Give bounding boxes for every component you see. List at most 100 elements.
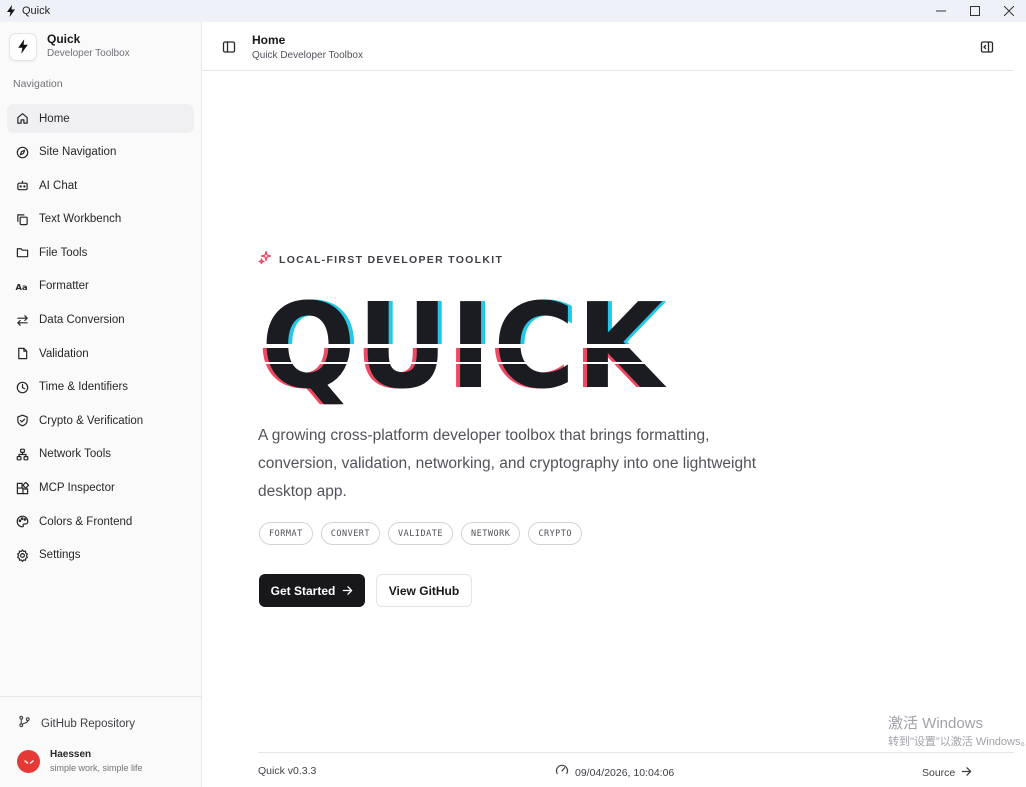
- hero-description: A growing cross-platform developer toolb…: [258, 427, 757, 500]
- svg-text:Aa: Aa: [16, 282, 28, 292]
- sparkles-icon: [258, 250, 272, 269]
- nav-heading: Navigation: [13, 78, 63, 90]
- panel-left-icon: [222, 41, 236, 53]
- sidebar-item-label: File Tools: [39, 246, 88, 259]
- sidebar-item-ai-chat[interactable]: AI Chat: [7, 171, 194, 200]
- sidebar-item-file-tools[interactable]: File Tools: [7, 238, 194, 267]
- sidebar-item-validation[interactable]: Validation: [7, 339, 194, 368]
- sidebar-toggle-button[interactable]: [221, 39, 237, 55]
- version-label: Quick v0.3.3: [258, 765, 317, 777]
- lightning-icon: [18, 39, 28, 54]
- sidebar-item-network-tools[interactable]: Network Tools: [7, 440, 194, 469]
- gear-icon: [15, 548, 29, 562]
- avatar: [17, 750, 40, 773]
- minimize-icon: [936, 10, 946, 12]
- sidebar-item-mcp-inspector[interactable]: MCP Inspector: [7, 474, 194, 503]
- watermark-subtitle: 转到"设置"以激活 Windows。: [888, 736, 1026, 748]
- panel-right-icon: [980, 41, 994, 53]
- quick-logo: QUICK QUICK QUICK: [257, 277, 677, 415]
- logo-text: QUICK: [261, 296, 667, 406]
- get-started-label: Get Started: [270, 583, 336, 598]
- github-repository-label: GitHub Repository: [41, 718, 135, 730]
- brand[interactable]: Quick Developer Toolbox: [9, 32, 130, 61]
- file-check-icon: [15, 347, 29, 361]
- tag-convert: CONVERT: [320, 522, 381, 545]
- hero-eyebrow: LOCAL-FIRST DEVELOPER TOOLKIT: [258, 250, 503, 269]
- sidebar-item-label: Data Conversion: [39, 314, 125, 327]
- tag-network: NETWORK: [461, 522, 521, 545]
- sidebar-item-formatter[interactable]: Aa Formatter: [7, 272, 194, 301]
- github-repository-link[interactable]: GitHub Repository: [18, 715, 135, 733]
- sidebar-item-crypto-verification[interactable]: Crypto & Verification: [7, 406, 194, 435]
- close-icon: [1004, 6, 1014, 16]
- page-subtitle: Quick Developer Toolbox: [252, 50, 363, 61]
- watermark-title: 激活 Windows: [888, 715, 984, 732]
- page-title: Home: [252, 33, 286, 47]
- sidebar-item-label: Formatter: [39, 280, 89, 293]
- git-branch-icon: [18, 715, 31, 733]
- sidebar-item-label: Site Navigation: [39, 146, 117, 159]
- sidebar-item-label: AI Chat: [39, 179, 78, 192]
- view-github-button[interactable]: View GitHub: [376, 574, 472, 607]
- datetime-display: 09/04/2026, 10:04:06: [555, 763, 674, 782]
- blocks-icon: [15, 481, 29, 495]
- sidebar-item-text-workbench[interactable]: Text Workbench: [7, 205, 194, 234]
- type-icon: Aa: [15, 279, 29, 293]
- window-title-bar: Quick: [0, 0, 1026, 22]
- sidebar-item-label: Time & Identifiers: [39, 381, 129, 394]
- sidebar-item-label: Network Tools: [39, 448, 112, 461]
- sidebar-item-colors-frontend[interactable]: Colors & Frontend: [7, 507, 194, 536]
- shield-icon: [15, 414, 29, 428]
- sidebar-item-label: Text Workbench: [39, 213, 122, 226]
- user-profile[interactable]: Haessen simple work, simple life: [17, 749, 143, 774]
- user-name: Haessen: [50, 749, 92, 760]
- sidebar-item-label: Home: [39, 112, 70, 125]
- arrow-right-icon: [342, 585, 353, 596]
- right-panel-toggle-button[interactable]: [979, 39, 995, 55]
- window-title: Quick: [22, 5, 51, 17]
- folder-icon: [15, 246, 29, 260]
- tag-validate: VALIDATE: [388, 522, 453, 545]
- palette-icon: [15, 515, 29, 529]
- home-icon: [15, 112, 29, 126]
- get-started-button[interactable]: Get Started: [259, 574, 365, 607]
- sidebar-item-home[interactable]: Home: [7, 104, 194, 133]
- sidebar-item-label: Colors & Frontend: [39, 515, 133, 528]
- source-link[interactable]: Source: [922, 764, 972, 782]
- maximize-button[interactable]: [958, 0, 992, 22]
- user-tagline: simple work, simple life: [50, 763, 143, 773]
- brand-title: Quick: [47, 32, 81, 46]
- lightning-icon: [6, 5, 20, 17]
- sidebar-item-label: Validation: [39, 347, 89, 360]
- windows-activation-watermark: 激活 Windows 转到"设置"以激活 Windows。: [888, 714, 1026, 750]
- brand-subtitle: Developer Toolbox: [47, 48, 130, 59]
- source-label: Source: [922, 767, 956, 779]
- datetime-text: 09/04/2026, 10:04:06: [575, 766, 675, 779]
- clock-icon: [15, 380, 29, 394]
- bot-icon: [15, 179, 29, 193]
- sidebar-item-label: MCP Inspector: [39, 482, 115, 495]
- sidebar-item-label: Settings: [39, 549, 81, 562]
- view-github-label: View GitHub: [388, 583, 460, 598]
- brand-logo: [9, 32, 37, 61]
- tag-crypto: CRYPTO: [528, 522, 583, 545]
- sidebar-item-time-identifiers[interactable]: Time & Identifiers: [7, 373, 194, 402]
- tag-format: FORMAT: [259, 522, 313, 545]
- sidebar-item-label: Crypto & Verification: [39, 414, 144, 427]
- sidebar-item-data-conversion[interactable]: Data Conversion: [7, 306, 194, 335]
- compass-icon: [15, 145, 29, 159]
- sidebar-item-settings[interactable]: Settings: [7, 541, 194, 570]
- network-icon: [15, 447, 29, 461]
- sidebar-footer: GitHub Repository Haessen simple work, s…: [0, 696, 201, 773]
- hero-eyebrow-text: LOCAL-FIRST DEVELOPER TOOLKIT: [279, 253, 504, 266]
- page-header: Home Quick Developer Toolbox: [202, 22, 1014, 71]
- maximize-icon: [970, 6, 980, 16]
- sidebar: Quick Developer Toolbox Navigation Home …: [0, 22, 202, 787]
- arrow-right-icon: [961, 764, 972, 782]
- close-button[interactable]: [992, 0, 1026, 22]
- copy-icon: [15, 212, 29, 226]
- minimize-button[interactable]: [924, 0, 958, 22]
- sidebar-item-site-navigation[interactable]: Site Navigation: [7, 138, 194, 167]
- feature-tags: FORMAT CONVERT VALIDATE NETWORK CRYPTO: [259, 522, 590, 545]
- gauge-icon: [555, 763, 569, 782]
